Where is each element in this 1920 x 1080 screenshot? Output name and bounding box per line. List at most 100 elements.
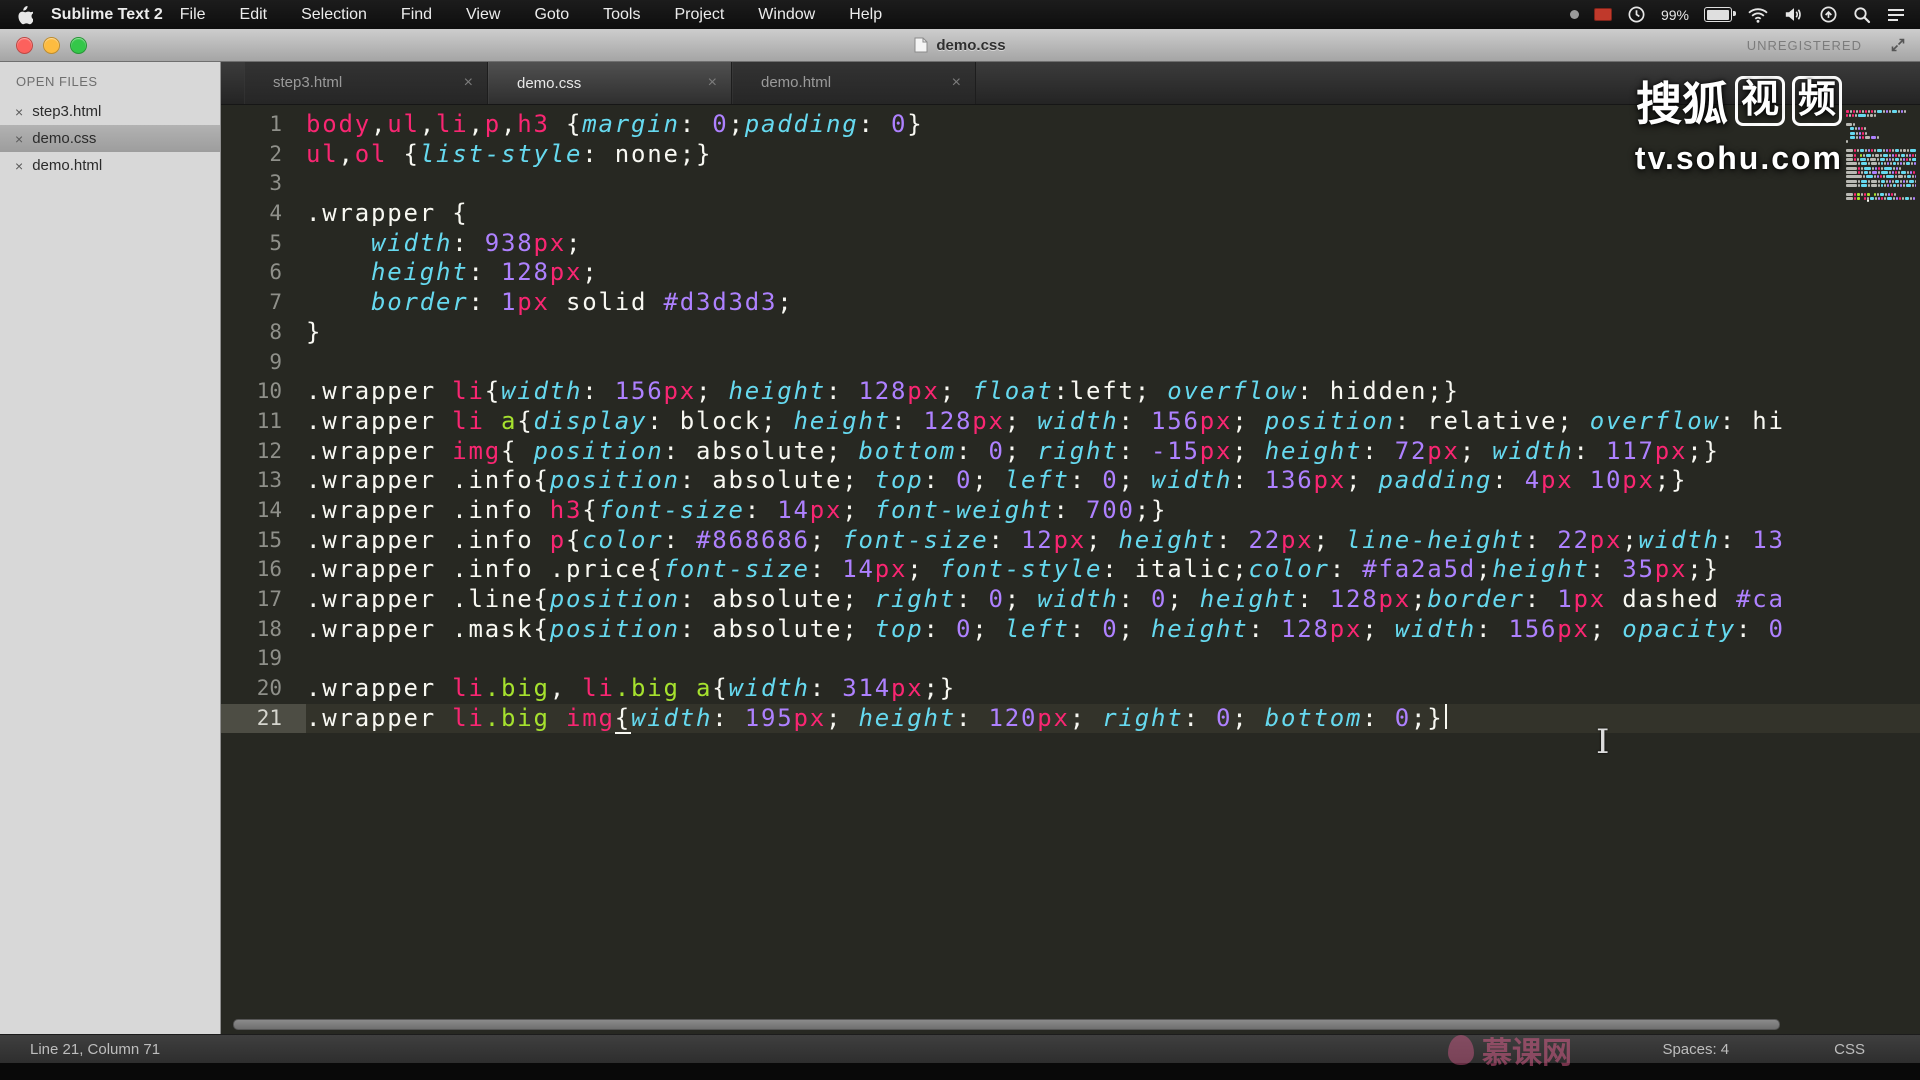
file-name: demo.css	[32, 130, 97, 147]
time-machine-icon[interactable]	[1627, 5, 1646, 24]
sync-icon[interactable]	[1819, 5, 1838, 24]
open-files-header: OPEN FILES	[16, 74, 98, 89]
horizontal-scrollbar[interactable]	[233, 1019, 1780, 1030]
indent-settings-status[interactable]: Spaces: 4	[1662, 1041, 1729, 1058]
minimap-line	[1846, 136, 1880, 140]
battery-icon[interactable]	[1704, 7, 1736, 22]
app-menu-title[interactable]: Sublime Text 2	[51, 6, 163, 24]
line-number: 21	[220, 703, 306, 734]
menu-bar: Sublime Text 2 File Edit Selection Find View…	[0, 0, 1920, 29]
syntax-status[interactable]: CSS	[1834, 1041, 1865, 1058]
code-line-19[interactable]	[306, 644, 1920, 674]
line-number: 2	[269, 141, 282, 166]
code-line-5[interactable]: width: 938px;	[306, 229, 1920, 259]
code-line-3[interactable]	[306, 169, 1920, 199]
cursor-position-status: Line 21, Column 71	[30, 1040, 161, 1058]
code-line-16[interactable]: .wrapper .info .price{font-size: 14px; f…	[306, 555, 1920, 585]
code-line-15[interactable]: .wrapper .info p{color: #868686; font-si…	[306, 526, 1920, 556]
code-line-9[interactable]	[306, 348, 1920, 378]
line-number: 8	[269, 319, 282, 344]
tab-label: demo.css	[517, 74, 582, 92]
tab-step3.html[interactable]: step3.html ×	[244, 61, 488, 104]
menu-item-edit[interactable]: Edit	[223, 6, 285, 24]
line-number: 7	[269, 290, 282, 315]
code-line-14[interactable]: .wrapper .info h3{font-size: 14px; font-…	[306, 496, 1920, 526]
tab-label: step3.html	[273, 74, 343, 91]
line-number: 15	[256, 527, 282, 552]
line-number: 3	[269, 171, 282, 196]
code-line-20[interactable]: .wrapper li.big, li.big a{width: 314px;}	[306, 674, 1920, 704]
status-bar: Line 21, Column 71 Spaces: 4 CSS	[0, 1034, 1920, 1063]
status-right: Spaces: 4 CSS	[1662, 1041, 1865, 1058]
tab-close-icon[interactable]: ×	[952, 74, 961, 92]
line-number: 16	[256, 557, 282, 582]
menu-item-goto[interactable]: Goto	[517, 6, 586, 24]
file-name: step3.html	[32, 103, 102, 120]
line-number: 4	[269, 201, 282, 226]
code-line-13[interactable]: .wrapper .info{position: absolute; top: …	[306, 466, 1920, 496]
line-number: 19	[256, 646, 282, 671]
menu-item-selection[interactable]: Selection	[284, 6, 384, 24]
code-line-18[interactable]: .wrapper .mask{position: absolute; top: …	[306, 615, 1920, 645]
line-number: 9	[269, 349, 282, 374]
menu-item-file[interactable]: File	[163, 6, 223, 24]
battery-percentage: 99%	[1660, 6, 1689, 23]
code-line-8[interactable]: }	[306, 318, 1920, 348]
window-title-group: demo.css	[0, 37, 1920, 54]
editor[interactable]: 1 2 3 4 5 6 7 8 9 10 11 12 13 14 15 16 17 18 19 20 21 body,u…	[220, 104, 1920, 1035]
menu-items: File Edit Selection Find View Goto Tools Projec…	[163, 6, 899, 24]
minimap[interactable]	[1846, 110, 1916, 280]
menu-item-find[interactable]: Find	[384, 6, 449, 24]
file-close-icon[interactable]: ×	[15, 104, 23, 120]
menu-status-icons: 99%	[1569, 5, 1906, 24]
file-close-icon[interactable]: ×	[15, 131, 23, 147]
status-dot-icon[interactable]	[1569, 10, 1579, 19]
volume-icon[interactable]	[1784, 6, 1804, 23]
code-line-4[interactable]: .wrapper {	[306, 199, 1920, 229]
sidebar-file-demo.css[interactable]: × demo.css	[0, 125, 220, 152]
registration-status: UNREGISTERED	[1746, 37, 1862, 53]
code-line-10[interactable]: .wrapper li{width: 156px; height: 128px;…	[306, 377, 1920, 407]
tab-close-icon[interactable]: ×	[464, 74, 473, 92]
code-line-21[interactable]: .wrapper li.big img{width: 195px; height…	[306, 703, 1920, 734]
tabs: step3.html × demo.css × demo.html ×	[220, 61, 1920, 104]
code-line-1[interactable]: body,ul,li,p,h3 {margin: 0;padding: 0}	[306, 110, 1920, 140]
line-number: 11	[256, 408, 282, 433]
window-title-bar[interactable]: demo.css UNREGISTERED	[0, 29, 1920, 62]
sidebar-file-demo.html[interactable]: × demo.html	[0, 152, 220, 179]
code-line-2[interactable]: ul,ol {list-style: none;}	[306, 140, 1920, 170]
menu-item-help[interactable]: Help	[832, 6, 899, 24]
tab-demo.html[interactable]: demo.html ×	[732, 61, 976, 104]
line-number: 12	[256, 438, 282, 463]
document-icon	[914, 37, 928, 53]
menu-item-window[interactable]: Window	[741, 6, 832, 24]
file-close-icon[interactable]: ×	[15, 158, 23, 174]
code-line-12[interactable]: .wrapper img{ position: absolute; bottom…	[306, 437, 1920, 467]
code-line-6[interactable]: height: 128px;	[306, 258, 1920, 288]
code-area[interactable]: body,ul,li,p,h3 {margin: 0;padding: 0} ul…	[306, 110, 1920, 1015]
apple-menu-icon[interactable]	[16, 5, 33, 25]
tab-close-icon[interactable]: ×	[708, 74, 717, 92]
line-number: 1	[269, 112, 282, 136]
fullscreen-icon[interactable]	[1890, 37, 1906, 53]
line-number: 13	[256, 468, 282, 493]
line-number: 17	[256, 587, 282, 611]
code-line-7[interactable]: border: 1px solid #d3d3d3;	[306, 288, 1920, 318]
spotlight-icon[interactable]	[1853, 6, 1871, 24]
code-line-11[interactable]: .wrapper li a{display: block; height: 12…	[306, 407, 1920, 437]
recording-indicator-icon[interactable]	[1593, 8, 1612, 21]
minimap-line	[1846, 114, 1877, 118]
menu-item-project[interactable]: Project	[657, 6, 741, 24]
menu-item-view[interactable]: View	[449, 6, 517, 24]
sidebar: OPEN FILES × step3.html × demo.css × demo.htm…	[0, 61, 221, 1035]
wifi-icon[interactable]	[1747, 6, 1769, 24]
notification-center-icon[interactable]	[1886, 7, 1906, 23]
line-number: 6	[269, 260, 282, 285]
menu-item-tools[interactable]: Tools	[586, 6, 657, 24]
sidebar-file-step3.html[interactable]: × step3.html	[0, 98, 220, 125]
tab-demo.css[interactable]: demo.css ×	[488, 61, 732, 104]
screen: Sublime Text 2 File Edit Selection Find View…	[0, 0, 1920, 1080]
code-line-17[interactable]: .wrapper .line{position: absolute; right…	[306, 585, 1920, 615]
file-name: demo.html	[32, 157, 103, 174]
minimap-line	[1846, 197, 1916, 202]
